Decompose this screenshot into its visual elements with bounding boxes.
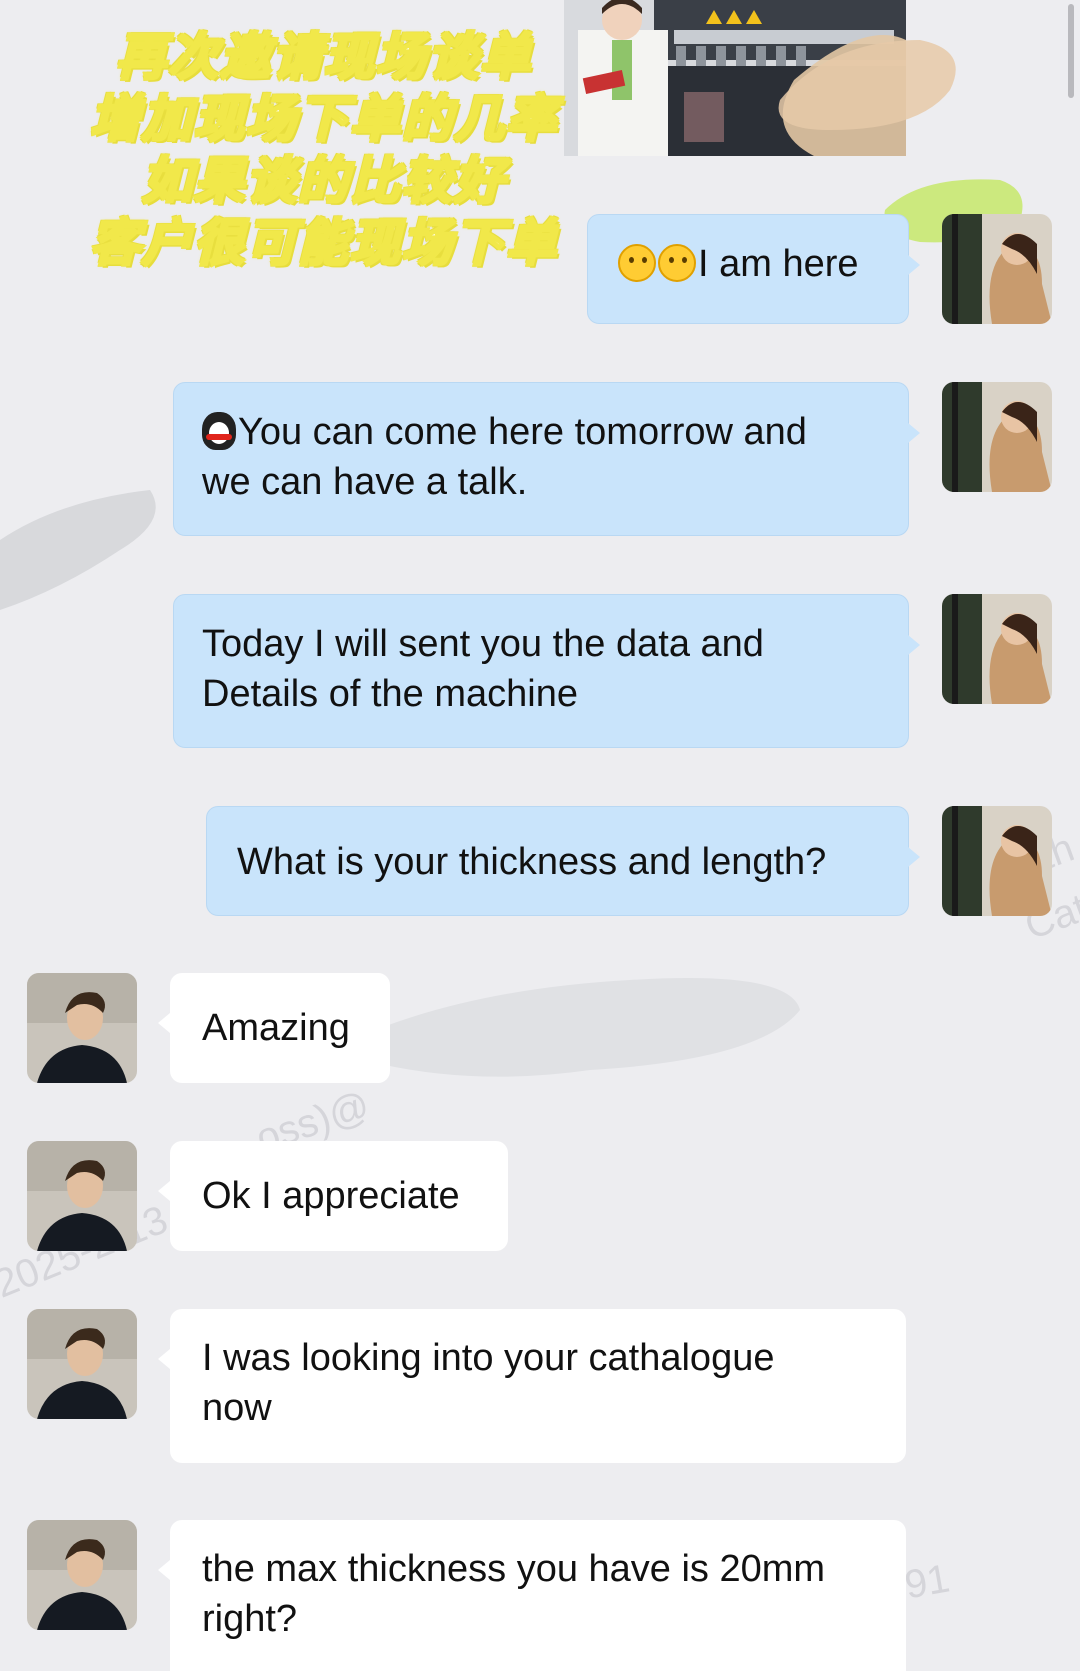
message-bubble-incoming[interactable]: the max thickness you have is 20mm right… (158, 1520, 906, 1671)
message-text: Amazing (202, 1007, 350, 1049)
message-bubble-incoming[interactable]: Amazing (158, 973, 390, 1083)
caption-line: 如果谈的比较好 (141, 151, 506, 212)
caption-line: 增加现场下单的几率 (89, 89, 558, 150)
contact-avatar[interactable] (27, 1309, 137, 1419)
message-text-line: we can have a talk. (202, 461, 528, 503)
my-avatar[interactable] (942, 382, 1052, 492)
message-text-line: Details of the machine (202, 673, 578, 715)
message-text-line: now (202, 1387, 272, 1429)
message-text-line: You can come here tomorrow and (238, 411, 807, 453)
contact-avatar[interactable] (27, 1141, 137, 1251)
message-text: I am here (698, 243, 859, 285)
message-bubble-outgoing[interactable]: What is your thickness and length? (206, 806, 920, 916)
thinking-emoji-icon (658, 244, 696, 282)
message-bubble-incoming[interactable]: Ok I appreciate (158, 1141, 508, 1251)
message-bubble-outgoing[interactable]: Today I will sent you the data and Detai… (173, 594, 920, 748)
contact-avatar[interactable] (27, 973, 137, 1083)
smudge-decoration (0, 490, 156, 610)
message-text-line: the max thickness you have is 20mm (202, 1548, 826, 1590)
watermark-text: 91 (901, 1556, 953, 1608)
penguin-emoji-icon (202, 412, 236, 450)
overlay-caption: 再次邀请现场谈单 增加现场下单的几率 如果谈的比较好 客户很可能现场下单 (14, 26, 634, 274)
message-bubble-incoming[interactable]: I was looking into your cathalogue now (158, 1309, 906, 1463)
scrollbar[interactable] (1068, 4, 1074, 98)
contact-avatar[interactable] (27, 1520, 137, 1630)
my-avatar[interactable] (942, 214, 1052, 324)
my-avatar[interactable] (942, 806, 1052, 916)
caption-line: 再次邀请现场谈单 (115, 27, 532, 88)
message-bubble-outgoing[interactable]: I am here (587, 214, 920, 324)
caption-line: 客户很可能现场下单 (89, 213, 558, 274)
smudge-decoration (330, 978, 800, 1077)
message-text: Ok I appreciate (202, 1175, 460, 1217)
message-text: What is your thickness and length? (237, 841, 827, 883)
message-text-line: right? (202, 1598, 298, 1640)
message-text-line: Today I will sent you the data and (202, 623, 764, 665)
message-bubble-outgoing[interactable]: You can come here tomorrow and we can ha… (173, 382, 920, 536)
my-avatar[interactable] (942, 594, 1052, 704)
thinking-emoji-icon (618, 244, 656, 282)
message-text-line: I was looking into your cathalogue (202, 1337, 775, 1379)
